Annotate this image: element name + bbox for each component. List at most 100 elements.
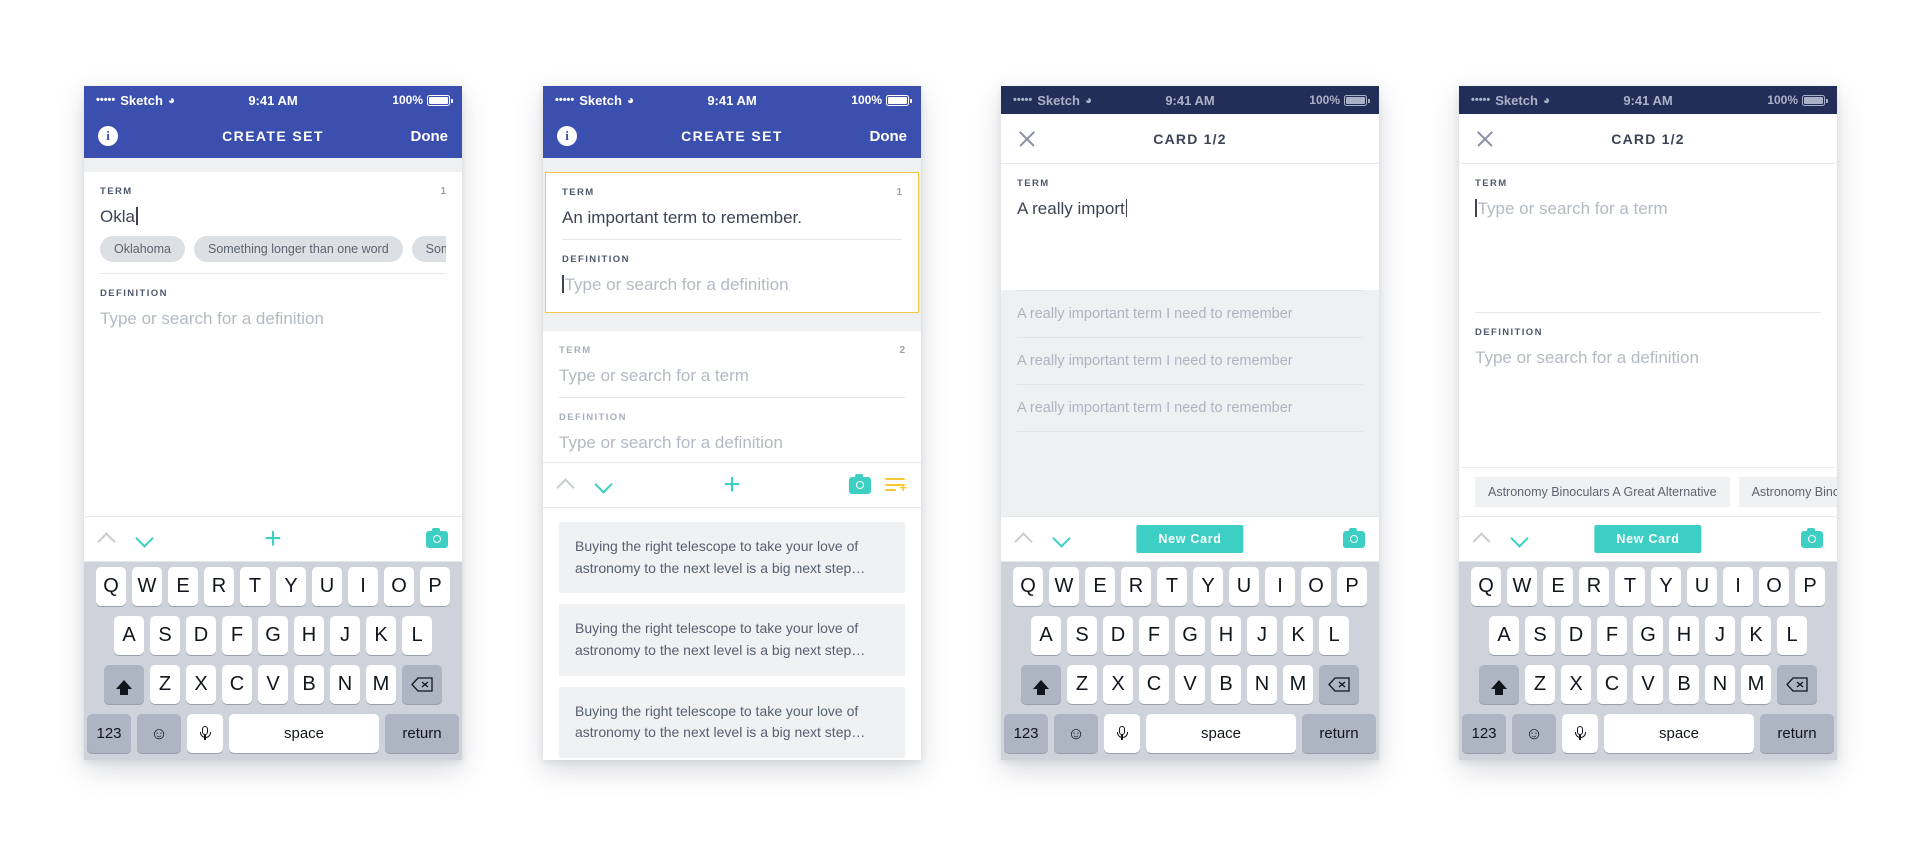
key-j[interactable]: J xyxy=(330,616,360,655)
key-g[interactable]: G xyxy=(1175,616,1205,655)
microphone-key[interactable] xyxy=(1104,714,1140,753)
emoji-key[interactable]: ☺ xyxy=(1054,714,1098,753)
key-a[interactable]: A xyxy=(1489,616,1519,655)
suggestion-chip[interactable]: Some xyxy=(411,236,446,263)
key-r[interactable]: R xyxy=(1579,567,1609,606)
key-x[interactable]: X xyxy=(1103,665,1133,704)
return-key[interactable]: return xyxy=(385,714,459,753)
key-c[interactable]: C xyxy=(1597,665,1627,704)
term-card[interactable]: TERM 1 Okla Oklahoma Something longer th… xyxy=(84,172,462,516)
list-item[interactable]: Buying the right telescope to take your … xyxy=(559,604,905,676)
key-e[interactable]: E xyxy=(1085,567,1115,606)
numbers-key[interactable]: 123 xyxy=(87,714,131,753)
close-icon[interactable] xyxy=(1475,129,1495,149)
key-s[interactable]: S xyxy=(1067,616,1097,655)
key-x[interactable]: X xyxy=(186,665,216,704)
key-b[interactable]: B xyxy=(1211,665,1241,704)
definition-input[interactable]: Type or search for a definition xyxy=(559,432,905,453)
key-z[interactable]: Z xyxy=(150,665,180,704)
space-key[interactable]: space xyxy=(229,714,379,753)
key-l[interactable]: L xyxy=(1319,616,1349,655)
key-u[interactable]: U xyxy=(1687,567,1717,606)
key-r[interactable]: R xyxy=(204,567,234,606)
chevron-up-icon[interactable] xyxy=(1015,530,1033,548)
term-input[interactable]: An important term to remember. xyxy=(562,207,902,228)
key-a[interactable]: A xyxy=(1031,616,1061,655)
key-x[interactable]: X xyxy=(1561,665,1591,704)
key-m[interactable]: M xyxy=(1741,665,1771,704)
key-n[interactable]: N xyxy=(1247,665,1277,704)
numbers-key[interactable]: 123 xyxy=(1462,714,1506,753)
list-item[interactable]: Buying the right telescope to take your … xyxy=(559,686,905,759)
term-input[interactable]: A really import xyxy=(1017,198,1363,219)
key-q[interactable]: Q xyxy=(1013,567,1043,606)
key-i[interactable]: I xyxy=(1723,567,1753,606)
backspace-key[interactable] xyxy=(1777,665,1817,704)
shift-key[interactable] xyxy=(104,665,144,704)
key-n[interactable]: N xyxy=(330,665,360,704)
suggestion-chip[interactable]: Astronomy Binoculars A Great Alternative xyxy=(1475,477,1730,507)
return-key[interactable]: return xyxy=(1760,714,1834,753)
return-key[interactable]: return xyxy=(1302,714,1376,753)
key-c[interactable]: C xyxy=(1139,665,1169,704)
key-w[interactable]: W xyxy=(132,567,162,606)
camera-icon[interactable] xyxy=(1343,528,1365,548)
term-input[interactable]: Okla xyxy=(100,206,446,227)
key-j[interactable]: J xyxy=(1247,616,1277,655)
key-y[interactable]: Y xyxy=(276,567,306,606)
key-p[interactable]: P xyxy=(1795,567,1825,606)
key-g[interactable]: G xyxy=(1633,616,1663,655)
new-card-button[interactable]: New Card xyxy=(1594,525,1702,553)
key-g[interactable]: G xyxy=(258,616,288,655)
key-k[interactable]: K xyxy=(366,616,396,655)
chevron-down-icon[interactable] xyxy=(595,476,613,494)
term-card-2[interactable]: TERM 2 Type or search for a term DEFINIT… xyxy=(543,330,921,462)
term-card-active[interactable]: TERM 1 An important term to remember. DE… xyxy=(545,172,919,313)
list-item[interactable]: A really important term I need to rememb… xyxy=(1017,338,1363,385)
definition-input[interactable]: Type or search for a definition xyxy=(1475,347,1821,368)
list-item[interactable]: A really important term I need to rememb… xyxy=(1017,385,1363,432)
chevron-up-icon[interactable] xyxy=(98,530,116,548)
key-k[interactable]: K xyxy=(1741,616,1771,655)
key-d[interactable]: D xyxy=(1103,616,1133,655)
info-icon[interactable]: i xyxy=(98,126,118,146)
key-i[interactable]: I xyxy=(348,567,378,606)
key-u[interactable]: U xyxy=(312,567,342,606)
key-y[interactable]: Y xyxy=(1193,567,1223,606)
key-v[interactable]: V xyxy=(1175,665,1205,704)
key-s[interactable]: S xyxy=(150,616,180,655)
key-b[interactable]: B xyxy=(1669,665,1699,704)
info-icon[interactable]: i xyxy=(557,126,577,146)
key-q[interactable]: Q xyxy=(1471,567,1501,606)
microphone-key[interactable] xyxy=(187,714,223,753)
key-o[interactable]: O xyxy=(1759,567,1789,606)
term-input[interactable]: Type or search for a term xyxy=(559,365,905,386)
done-button[interactable]: Done xyxy=(870,128,908,145)
camera-icon[interactable] xyxy=(1801,528,1823,548)
definition-input[interactable]: Type or search for a definition xyxy=(100,308,446,329)
list-item[interactable]: Buying the right telescope to take your … xyxy=(559,522,905,594)
key-f[interactable]: F xyxy=(222,616,252,655)
key-w[interactable]: W xyxy=(1507,567,1537,606)
shift-key[interactable] xyxy=(1479,665,1519,704)
key-i[interactable]: I xyxy=(1265,567,1295,606)
space-key[interactable]: space xyxy=(1604,714,1754,753)
key-c[interactable]: C xyxy=(222,665,252,704)
key-l[interactable]: L xyxy=(1777,616,1807,655)
suggestion-chip[interactable]: Astronomy Binocu xyxy=(1738,477,1837,507)
key-y[interactable]: Y xyxy=(1651,567,1681,606)
key-v[interactable]: V xyxy=(258,665,288,704)
chevron-down-icon[interactable] xyxy=(1053,530,1071,548)
key-u[interactable]: U xyxy=(1229,567,1259,606)
microphone-key[interactable] xyxy=(1562,714,1598,753)
key-f[interactable]: F xyxy=(1139,616,1169,655)
key-m[interactable]: M xyxy=(366,665,396,704)
backspace-key[interactable] xyxy=(402,665,442,704)
key-o[interactable]: O xyxy=(384,567,414,606)
definition-input[interactable]: Type or search for a definition xyxy=(562,274,902,295)
plus-icon[interactable]: + xyxy=(723,470,741,500)
key-e[interactable]: E xyxy=(1543,567,1573,606)
key-h[interactable]: H xyxy=(1669,616,1699,655)
chevron-up-icon[interactable] xyxy=(1473,530,1491,548)
done-button[interactable]: Done xyxy=(411,128,449,145)
